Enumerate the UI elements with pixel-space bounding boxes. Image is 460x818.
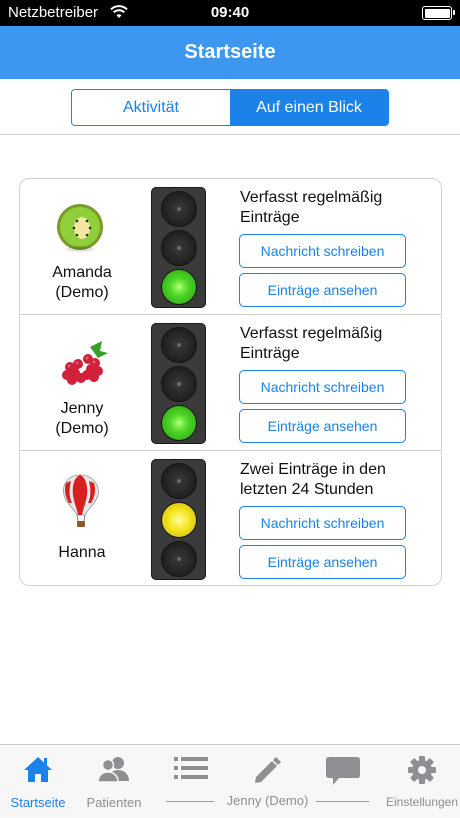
patient-first-name: Hanna bbox=[58, 544, 106, 561]
segment-auf-einen-blick[interactable]: Auf einen Blick bbox=[230, 90, 388, 125]
patient-name-jenny: Jenny (Demo) bbox=[20, 399, 144, 439]
jenny-tab-group-label: Jenny (Demo) bbox=[166, 793, 369, 810]
tab-startseite[interactable]: Startseite bbox=[0, 745, 76, 818]
patient-row-amanda: Amanda (Demo) Verfasst regelmäßig Einträ… bbox=[20, 179, 441, 315]
activity-status: Verfasst regelmäßig Einträge bbox=[240, 189, 383, 226]
clock: 09:40 bbox=[210, 4, 250, 21]
tab-patienten[interactable]: Patienten bbox=[76, 745, 152, 818]
activity-status: Verfasst regelmäßig Einträge bbox=[240, 325, 383, 362]
chat-bubble-icon bbox=[325, 755, 361, 792]
lamp-green-on bbox=[161, 269, 197, 305]
raspberry-icon bbox=[50, 333, 114, 397]
lamp-yellow-off bbox=[161, 366, 197, 402]
view-entries-button[interactable]: Einträge ansehen bbox=[239, 409, 406, 443]
activity-status: Zwei Einträge in den letzten 24 Stunden bbox=[240, 461, 386, 498]
patient-name-hanna: Hanna bbox=[20, 543, 144, 563]
write-message-button[interactable]: Nachricht schreiben bbox=[239, 370, 406, 404]
patient-demo-tag: (Demo) bbox=[55, 420, 109, 437]
patient-row-hanna: Hanna Zwei Einträge in den letzten 24 St… bbox=[20, 451, 441, 585]
segmented-control: Aktivität Auf einen Blick bbox=[71, 89, 389, 126]
gear-icon bbox=[407, 755, 437, 790]
write-message-button[interactable]: Nachricht schreiben bbox=[239, 234, 406, 268]
lamp-red-off bbox=[161, 463, 197, 499]
patient-row-jenny: Jenny (Demo) Verfasst regelmäßig Einträg… bbox=[20, 315, 441, 451]
hot-air-balloon-icon bbox=[50, 471, 114, 535]
tab-label: Startseite bbox=[10, 795, 66, 810]
home-icon bbox=[23, 755, 53, 788]
tab-einstellungen[interactable]: Einstellungen bbox=[384, 745, 460, 818]
traffic-light bbox=[151, 459, 206, 580]
patient-first-name: Jenny bbox=[60, 400, 104, 417]
write-message-button[interactable]: Nachricht schreiben bbox=[239, 506, 406, 540]
patient-demo-tag: (Demo) bbox=[55, 284, 109, 301]
segment-bar: Aktivität Auf einen Blick bbox=[0, 79, 460, 135]
view-entries-button[interactable]: Einträge ansehen bbox=[239, 273, 406, 307]
lamp-green-off bbox=[161, 541, 197, 577]
lamp-yellow-off bbox=[161, 230, 197, 266]
list-icon bbox=[173, 755, 209, 786]
status-bar: Netzbetreiber 09:40 bbox=[0, 0, 460, 26]
traffic-light bbox=[151, 323, 206, 444]
page-title: Startseite bbox=[184, 41, 276, 63]
patients-icon bbox=[96, 755, 132, 788]
segment-aktivitaet[interactable]: Aktivität bbox=[72, 90, 230, 125]
battery-icon bbox=[422, 6, 455, 20]
lamp-green-on bbox=[161, 405, 197, 441]
tab-label: Einstellungen bbox=[385, 795, 459, 809]
kiwi-icon bbox=[50, 197, 114, 261]
lamp-red-off bbox=[161, 327, 197, 363]
patient-overview-card: Amanda (Demo) Verfasst regelmäßig Einträ… bbox=[19, 178, 442, 586]
lamp-yellow-on bbox=[161, 502, 197, 538]
lamp-red-off bbox=[161, 191, 197, 227]
patient-first-name: Amanda bbox=[52, 264, 112, 281]
pencil-icon bbox=[252, 755, 282, 790]
tab-label: Patienten bbox=[86, 795, 142, 810]
patient-name-amanda: Amanda (Demo) bbox=[20, 263, 144, 303]
navigation-bar: Startseite bbox=[0, 26, 460, 79]
group-label: Jenny (Demo) bbox=[226, 793, 309, 808]
view-entries-button[interactable]: Einträge ansehen bbox=[239, 545, 406, 579]
traffic-light bbox=[151, 187, 206, 308]
